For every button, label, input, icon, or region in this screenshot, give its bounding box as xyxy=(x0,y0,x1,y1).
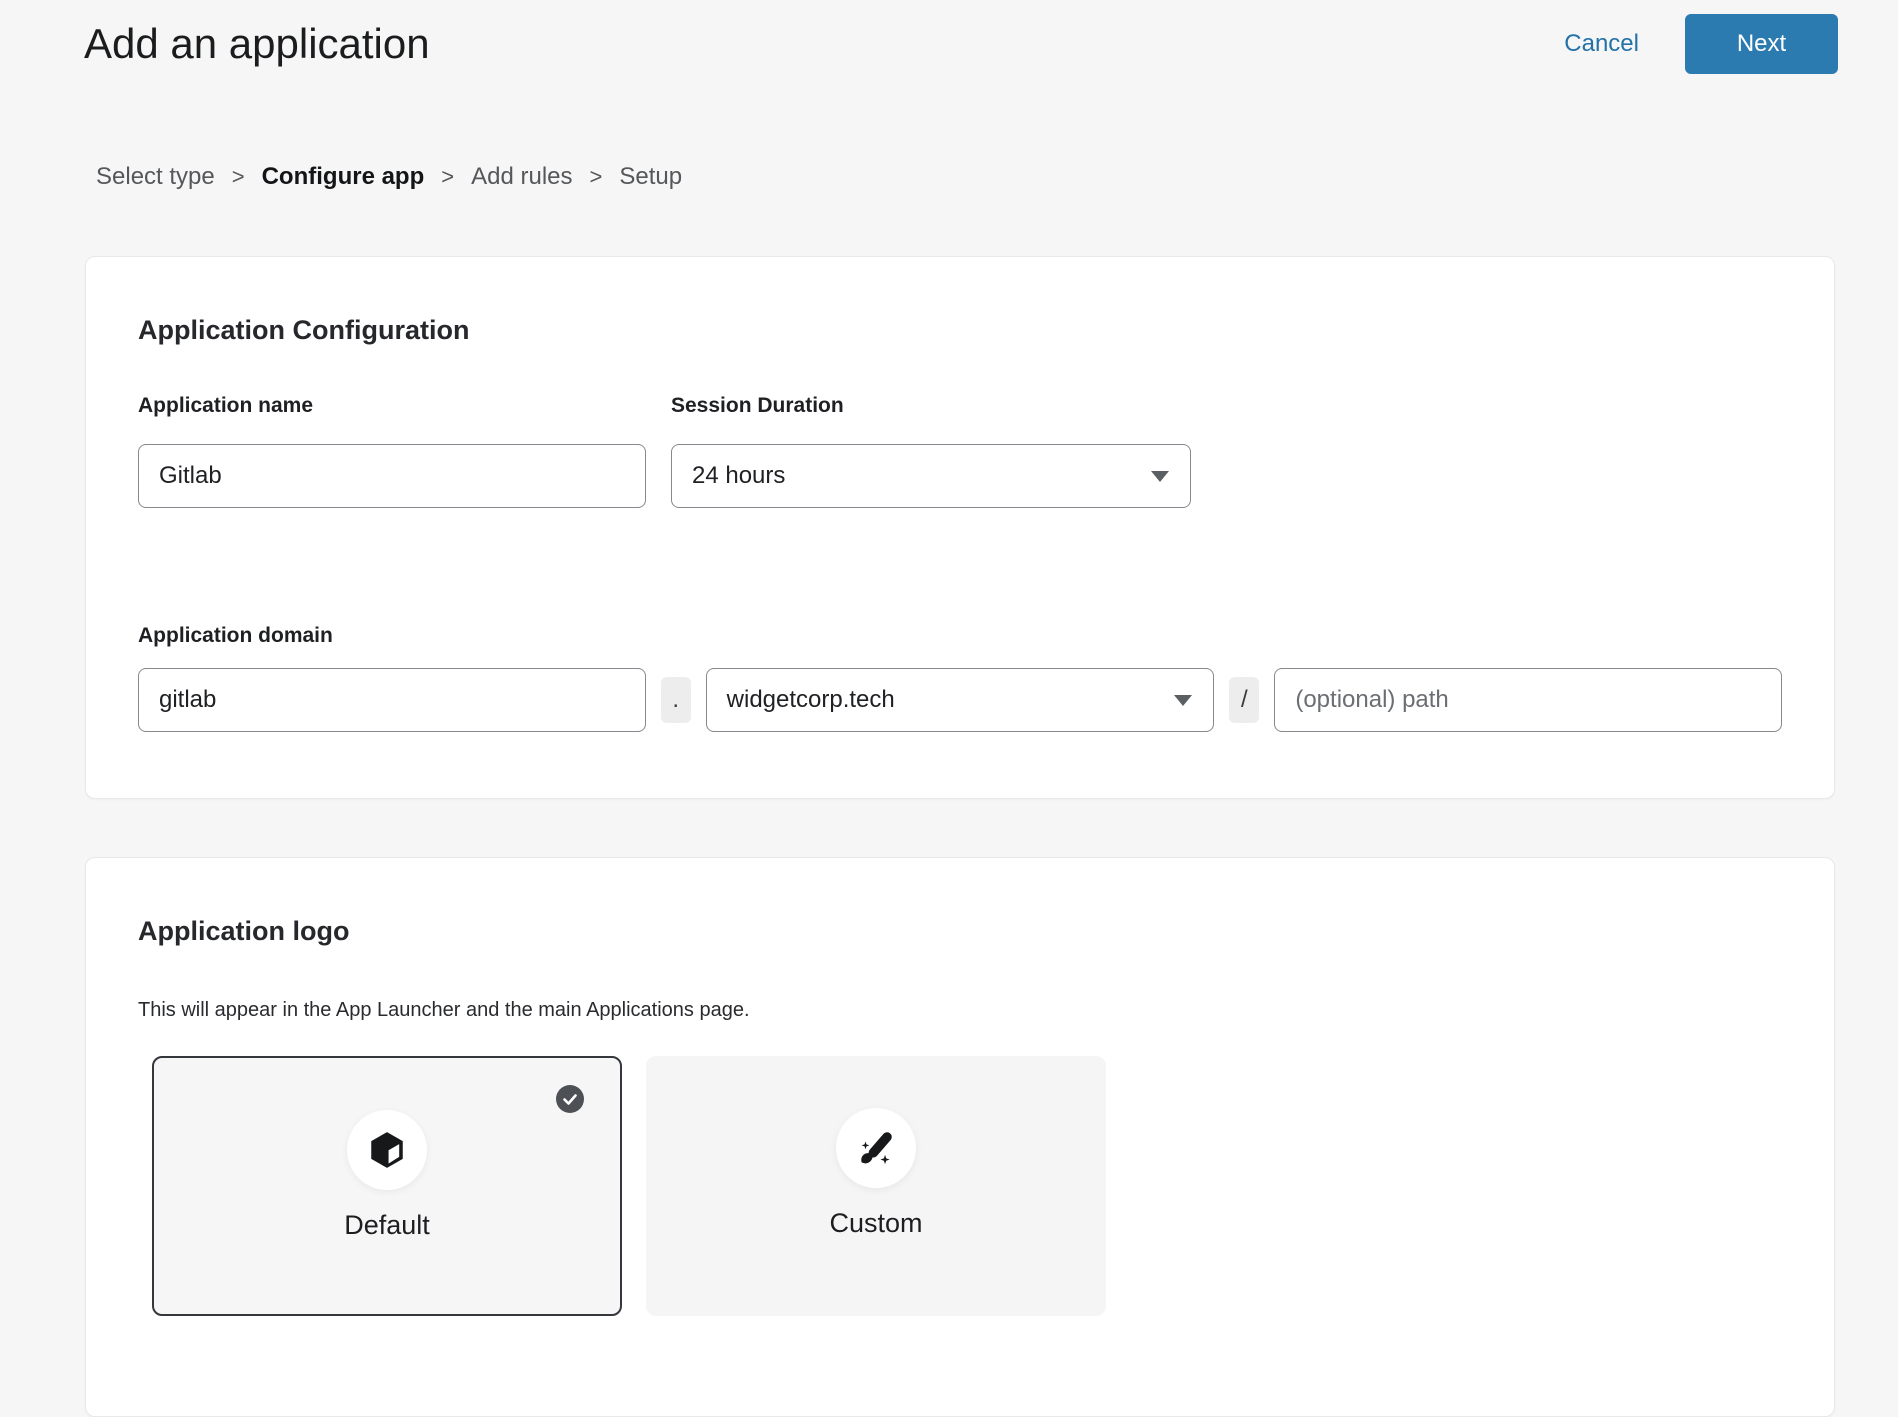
session-duration-label: Session Duration xyxy=(671,394,1191,418)
logo-option-custom[interactable]: Custom xyxy=(646,1056,1106,1316)
logo-options-row: Default Custom xyxy=(152,1056,1782,1316)
subdomain-input[interactable] xyxy=(138,668,646,732)
breadcrumb-step-configure-app[interactable]: Configure app xyxy=(262,163,425,191)
chevron-down-icon xyxy=(1174,695,1192,706)
application-logo-card: Application logo This will appear in the… xyxy=(85,857,1835,1417)
page-header: Add an application Cancel Next xyxy=(0,0,1898,74)
application-name-label: Application name xyxy=(138,394,646,418)
breadcrumb: Select type > Configure app > Add rules … xyxy=(96,163,1898,191)
domain-value: widgetcorp.tech xyxy=(727,686,895,714)
session-duration-value: 24 hours xyxy=(692,462,785,490)
page-title: Add an application xyxy=(84,20,430,68)
application-logo-description: This will appear in the App Launcher and… xyxy=(138,999,1782,1022)
application-name-input[interactable] xyxy=(138,444,646,508)
breadcrumb-step-setup[interactable]: Setup xyxy=(619,163,682,191)
next-button[interactable]: Next xyxy=(1685,14,1838,74)
logo-option-custom-label: Custom xyxy=(646,1208,1106,1239)
name-session-row: Application name Session Duration 24 hou… xyxy=(138,394,1782,508)
session-duration-select[interactable]: 24 hours xyxy=(671,444,1191,508)
application-domain-label: Application domain xyxy=(138,624,1782,648)
chevron-down-icon xyxy=(1151,471,1169,482)
paintbrush-icon xyxy=(855,1127,897,1169)
application-logo-heading: Application logo xyxy=(138,916,1782,947)
header-actions: Cancel Next xyxy=(1564,14,1838,74)
breadcrumb-step-select-type[interactable]: Select type xyxy=(96,163,215,191)
application-configuration-heading: Application Configuration xyxy=(138,315,1782,346)
cube-icon xyxy=(366,1129,408,1171)
application-domain-row: . widgetcorp.tech / xyxy=(138,668,1782,732)
application-configuration-card: Application Configuration Application na… xyxy=(85,256,1835,799)
dot-separator: . xyxy=(661,677,691,723)
default-logo-circle xyxy=(347,1110,427,1190)
slash-separator: / xyxy=(1229,677,1259,723)
breadcrumb-separator: > xyxy=(590,164,603,190)
domain-select[interactable]: widgetcorp.tech xyxy=(706,668,1215,732)
logo-option-default[interactable]: Default xyxy=(152,1056,622,1316)
cancel-button[interactable]: Cancel xyxy=(1564,30,1639,58)
check-icon xyxy=(556,1085,584,1113)
logo-option-default-label: Default xyxy=(154,1210,620,1241)
path-input[interactable] xyxy=(1274,668,1782,732)
breadcrumb-step-add-rules[interactable]: Add rules xyxy=(471,163,572,191)
breadcrumb-separator: > xyxy=(232,164,245,190)
breadcrumb-separator: > xyxy=(441,164,454,190)
custom-logo-circle xyxy=(836,1108,916,1188)
